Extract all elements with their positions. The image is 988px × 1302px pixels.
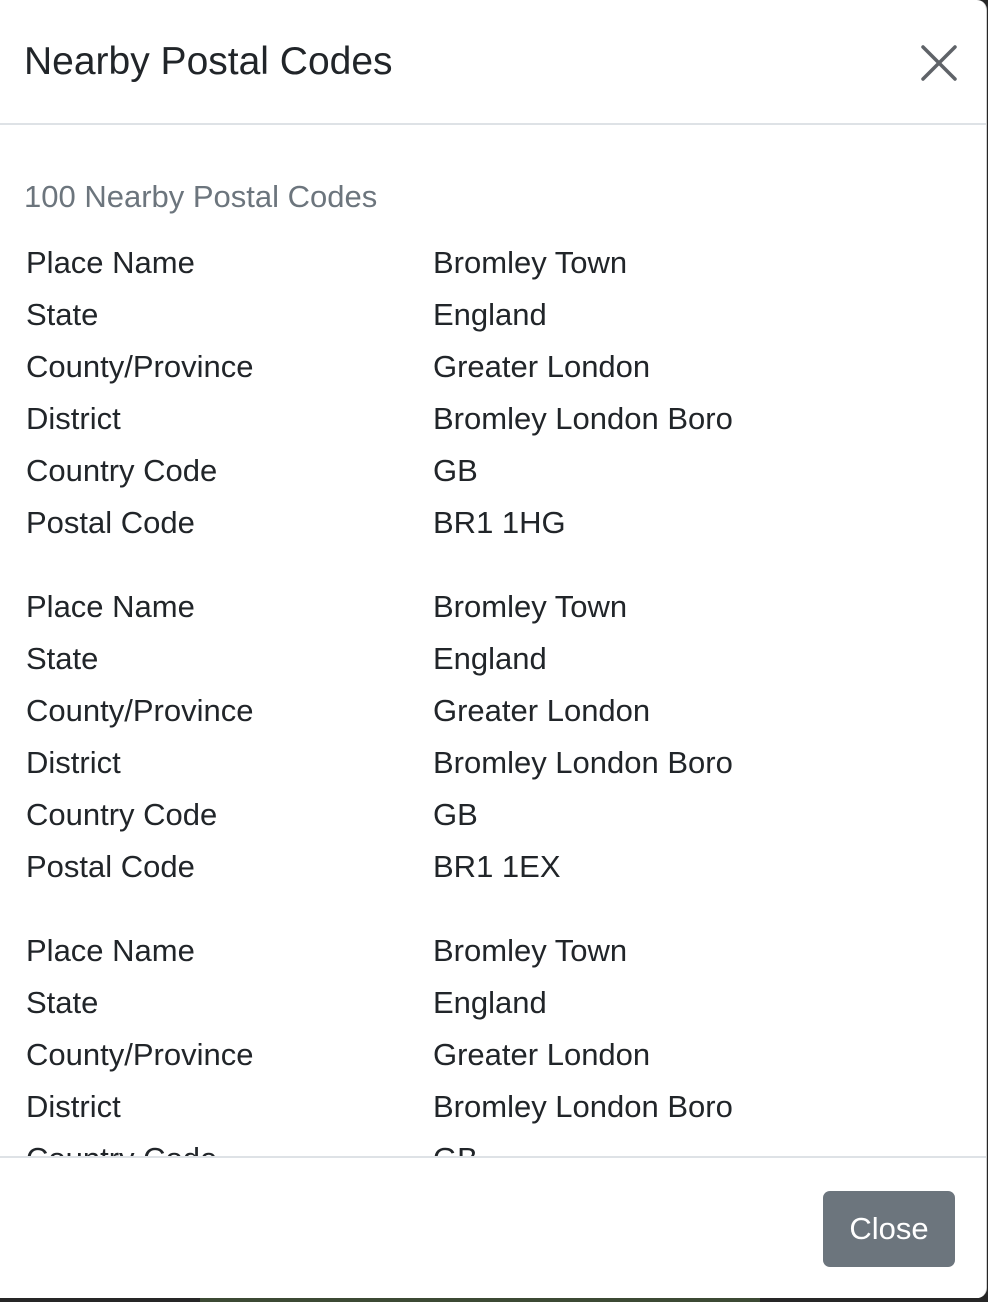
field-value-postal-code: BR1 1HG: [433, 505, 566, 540]
field-row: Place Name Bromley Town: [26, 581, 946, 633]
field-value-district: Bromley London Boro: [433, 1089, 733, 1124]
postal-code-record: Place Name Bromley Town State England Co…: [26, 581, 946, 893]
postal-code-record: Place Name Bromley Town State England Co…: [26, 925, 946, 1157]
field-label-place-name: Place Name: [26, 589, 195, 624]
postal-code-record: Place Name Bromley Town State England Co…: [26, 237, 946, 549]
field-label-district: District: [26, 401, 121, 436]
field-row: District Bromley London Boro: [26, 1081, 946, 1133]
modal-body[interactable]: 100 Nearby Postal Codes Place Name Broml…: [0, 125, 986, 1157]
postal-code-list: Place Name Bromley Town State England Co…: [26, 237, 946, 1157]
results-count: 100 Nearby Postal Codes: [24, 179, 378, 214]
nearby-postal-codes-modal: Nearby Postal Codes 100 Nearby Postal Co…: [0, 0, 987, 1298]
field-label-district: District: [26, 745, 121, 780]
field-value-place-name: Bromley Town: [433, 589, 628, 624]
field-label-postal-code: Postal Code: [26, 849, 195, 884]
field-row: State England: [26, 977, 946, 1029]
field-value-county: Greater London: [433, 1037, 651, 1072]
field-row: Place Name Bromley Town: [26, 925, 946, 977]
field-row: Postal Code BR1 1EX: [26, 841, 946, 893]
field-value-state: England: [433, 641, 547, 676]
field-row: District Bromley London Boro: [26, 393, 946, 445]
field-value-place-name: Bromley Town: [433, 933, 628, 968]
field-label-country-code: Country Code: [26, 797, 218, 832]
field-label-county: County/Province: [26, 693, 254, 728]
field-label-county: County/Province: [26, 1037, 254, 1072]
close-button[interactable]: Close: [823, 1191, 955, 1267]
field-label-postal-code: Postal Code: [26, 505, 195, 540]
field-value-country-code: GB: [433, 453, 478, 488]
field-value-place-name: Bromley Town: [433, 245, 628, 280]
modal-footer: Close: [0, 1156, 986, 1298]
field-value-postal-code: BR1 1EX: [433, 849, 561, 884]
field-label-country-code: Country Code: [26, 453, 218, 488]
field-row: County/Province Greater London: [26, 341, 946, 393]
field-row: County/Province Greater London: [26, 685, 946, 737]
modal-title: Nearby Postal Codes: [24, 40, 393, 83]
field-label-county: County/Province: [26, 349, 254, 384]
field-row: Country Code GB: [26, 1133, 946, 1157]
close-icon[interactable]: [917, 41, 961, 85]
field-value-district: Bromley London Boro: [433, 401, 733, 436]
field-value-country-code: GB: [433, 797, 478, 832]
field-row: State England: [26, 289, 946, 341]
field-row: Country Code GB: [26, 789, 946, 841]
field-value-country-code: GB: [433, 1133, 478, 1157]
field-value-county: Greater London: [433, 693, 651, 728]
field-label-state: State: [26, 641, 99, 676]
field-value-district: Bromley London Boro: [433, 745, 733, 780]
field-label-country-code: Country Code: [26, 1133, 217, 1157]
field-value-county: Greater London: [433, 349, 651, 384]
modal-header: Nearby Postal Codes: [0, 0, 986, 125]
field-row: State England: [26, 633, 946, 685]
field-row: District Bromley London Boro: [26, 737, 946, 789]
field-label-place-name: Place Name: [26, 245, 195, 280]
field-row: Place Name Bromley Town: [26, 237, 946, 289]
field-row: County/Province Greater London: [26, 1029, 946, 1081]
field-value-state: England: [433, 297, 547, 332]
field-label-state: State: [26, 985, 99, 1020]
field-label-state: State: [26, 297, 99, 332]
field-value-state: England: [433, 985, 547, 1020]
field-row: Country Code GB: [26, 445, 946, 497]
field-row: Postal Code BR1 1HG: [26, 497, 946, 549]
field-label-place-name: Place Name: [26, 933, 195, 968]
field-label-district: District: [26, 1089, 121, 1124]
